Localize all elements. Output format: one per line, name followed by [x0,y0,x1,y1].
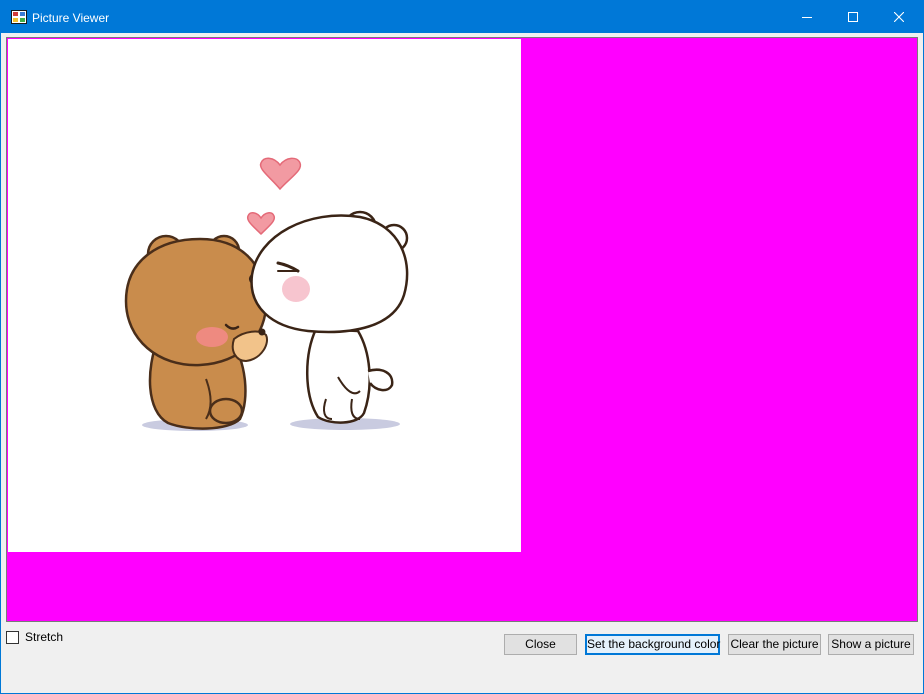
picture-box [6,37,918,622]
show-picture-button[interactable]: Show a picture [828,634,914,655]
minimize-button[interactable] [784,1,830,33]
close-window-button[interactable] [876,1,922,33]
set-background-color-button[interactable]: Set the background color [585,634,720,655]
close-button[interactable]: Close [504,634,577,655]
maximize-button[interactable] [830,1,876,33]
clear-picture-button[interactable]: Clear the picture [728,634,821,655]
minimize-icon [802,17,812,18]
window-title: Picture Viewer [32,11,110,25]
app-icon [11,10,27,24]
title-bar[interactable]: Picture Viewer [1,1,923,33]
stretch-checkbox[interactable] [6,631,19,644]
bears-hug-image [124,157,409,431]
close-icon [894,12,904,22]
displayed-picture [8,39,521,552]
picture-viewer-window: Picture Viewer Stretch Close Set the bac… [0,0,924,694]
maximize-icon [848,12,858,22]
stretch-label[interactable]: Stretch [25,630,63,644]
